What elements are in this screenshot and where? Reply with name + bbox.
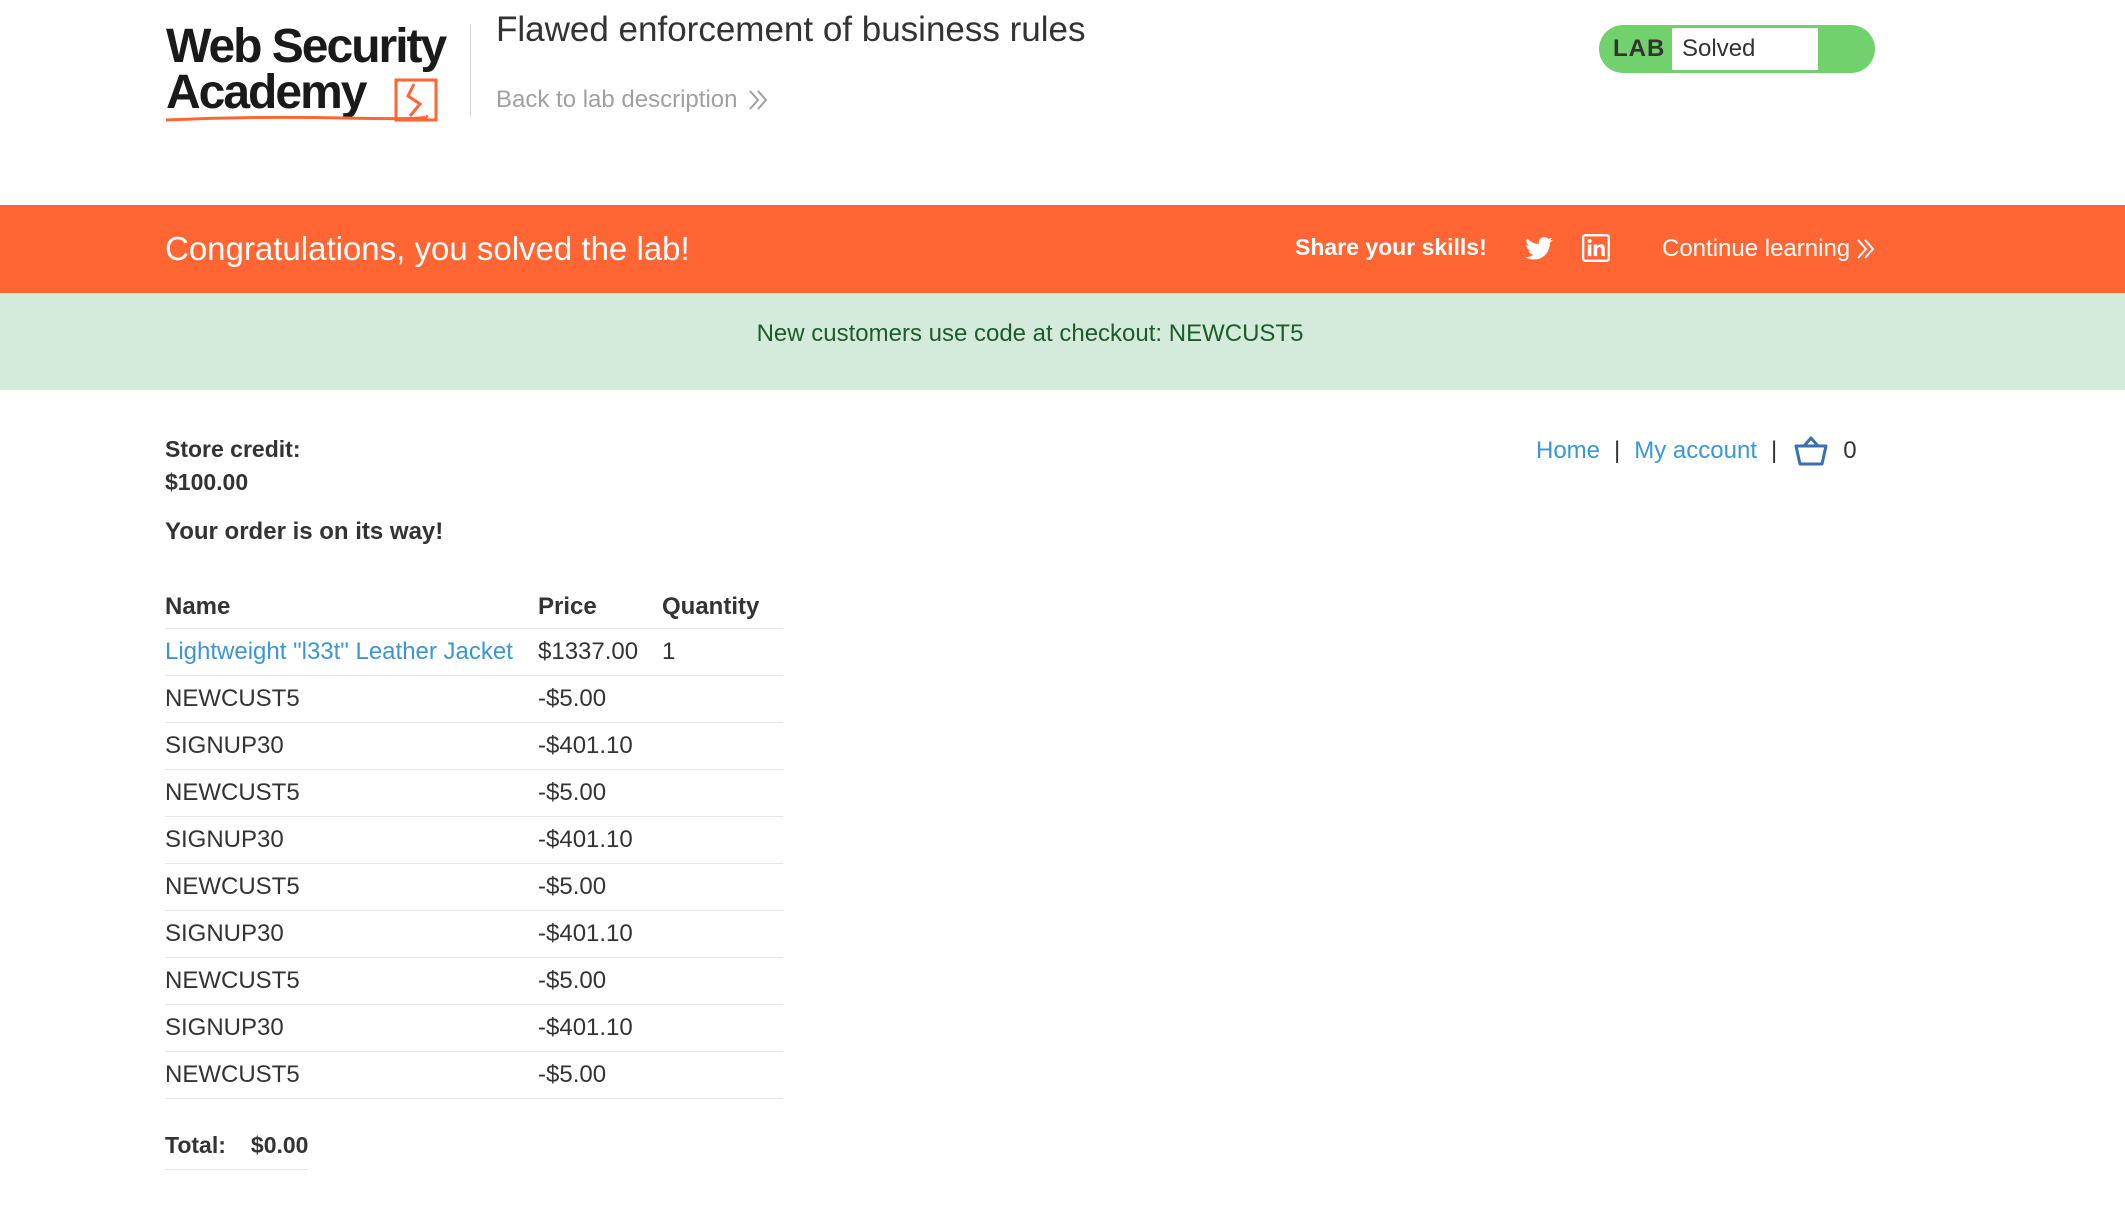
promo-notice-text: New customers use code at checkout: NEWC… — [756, 320, 1304, 347]
row-price: -$5.00 — [537, 957, 661, 1005]
row-price: -$401.10 — [537, 1004, 661, 1052]
row-quantity: 1 — [661, 628, 783, 676]
row-quantity — [661, 722, 783, 770]
row-price: $1337.00 — [537, 628, 661, 676]
table-row: SIGNUP30 -$401.10 — [165, 722, 783, 770]
row-quantity — [661, 863, 783, 911]
row-price: -$401.10 — [537, 722, 661, 770]
table-row: NEWCUST5 -$5.00 — [165, 863, 783, 911]
lab-status-badge: LAB Solved — [1599, 25, 1875, 73]
nav-my-account-link[interactable]: My account — [1634, 437, 1757, 465]
table-row: NEWCUST5 -$5.00 — [165, 957, 783, 1005]
lab-title: Flawed enforcement of business rules — [496, 10, 1086, 49]
column-header-quantity: Quantity — [661, 586, 783, 629]
row-quantity — [661, 910, 783, 958]
back-link-label: Back to lab description — [496, 86, 738, 113]
chevron-double-right-icon — [1857, 239, 1875, 259]
continue-learning-label: Continue learning — [1662, 235, 1851, 262]
row-quantity — [661, 1004, 783, 1052]
table-row: SIGNUP30 -$401.10 — [165, 910, 783, 958]
twitter-icon[interactable] — [1524, 234, 1554, 264]
row-name: SIGNUP30 — [165, 1004, 537, 1052]
linkedin-icon[interactable] — [1582, 234, 1610, 262]
table-row: SIGNUP30 -$401.10 — [165, 1004, 783, 1052]
row-quantity — [661, 1051, 783, 1099]
share-skills-label: Share your skills! — [1295, 234, 1487, 260]
store-credit-value: $100.00 — [165, 469, 249, 495]
logo-icon[interactable]: Web Security Academy — [164, 20, 470, 135]
row-price: -$5.00 — [537, 675, 661, 723]
row-price: -$401.10 — [537, 816, 661, 864]
order-table: Name Price Quantity Lightweight "l33t" L… — [165, 586, 783, 1099]
logo-divider — [470, 24, 471, 116]
table-row: SIGNUP30 -$401.10 — [165, 816, 783, 864]
row-name: SIGNUP30 — [165, 910, 537, 958]
store-credit-label: Store credit: — [165, 436, 301, 462]
row-name: NEWCUST5 — [165, 1051, 537, 1099]
table-row: Lightweight "l33t" Leather Jacket $1337.… — [165, 628, 783, 676]
cart-count: 0 — [1843, 437, 1857, 464]
row-price: -$401.10 — [537, 910, 661, 958]
column-header-price: Price — [537, 586, 661, 629]
row-name: NEWCUST5 — [165, 769, 537, 817]
total-label: Total: — [165, 1132, 226, 1158]
status-value: Solved — [1672, 28, 1818, 70]
status-prefix: LAB — [1613, 35, 1666, 62]
row-name: SIGNUP30 — [165, 816, 537, 864]
promo-notice: New customers use code at checkout: NEWC… — [0, 293, 2125, 390]
product-link[interactable]: Lightweight "l33t" Leather Jacket — [165, 638, 513, 665]
row-quantity — [661, 816, 783, 864]
order-confirmation-message: Your order is on its way! — [165, 518, 444, 545]
row-quantity — [661, 675, 783, 723]
total-value: $0.00 — [250, 1132, 309, 1158]
table-header-row: Name Price Quantity — [165, 586, 783, 629]
table-row: NEWCUST5 -$5.00 — [165, 675, 783, 723]
row-price: -$5.00 — [537, 863, 661, 911]
cart-icon[interactable] — [1793, 435, 1829, 467]
chevron-double-right-icon — [749, 90, 768, 110]
row-name: NEWCUST5 — [165, 863, 537, 911]
table-row: NEWCUST5 -$5.00 — [165, 1051, 783, 1099]
page-header: Web Security Academy Flawed enforcement … — [0, 0, 2125, 205]
congratulations-banner: Congratulations, you solved the lab! Sha… — [0, 205, 2125, 293]
congratulations-message: Congratulations, you solved the lab! — [165, 230, 690, 267]
row-name: NEWCUST5 — [165, 957, 537, 1005]
column-header-name: Name — [165, 586, 537, 629]
row-price: -$5.00 — [537, 769, 661, 817]
row-name: SIGNUP30 — [165, 722, 537, 770]
row-quantity — [661, 957, 783, 1005]
row-quantity — [661, 769, 783, 817]
order-total: Total: $0.00 — [165, 1132, 309, 1170]
nav-home-link[interactable]: Home — [1536, 437, 1600, 465]
nav-separator: | — [1614, 437, 1621, 464]
row-price: -$5.00 — [537, 1051, 661, 1099]
row-name: NEWCUST5 — [165, 675, 537, 723]
back-to-lab-description-link[interactable]: Back to lab description — [496, 86, 769, 114]
continue-learning-link[interactable]: Continue learning — [1662, 205, 1876, 293]
svg-text:Academy: Academy — [166, 66, 368, 119]
table-row: NEWCUST5 -$5.00 — [165, 769, 783, 817]
nav-separator: | — [1770, 437, 1778, 464]
top-navigation: Home | My account | 0 — [1536, 434, 1857, 468]
